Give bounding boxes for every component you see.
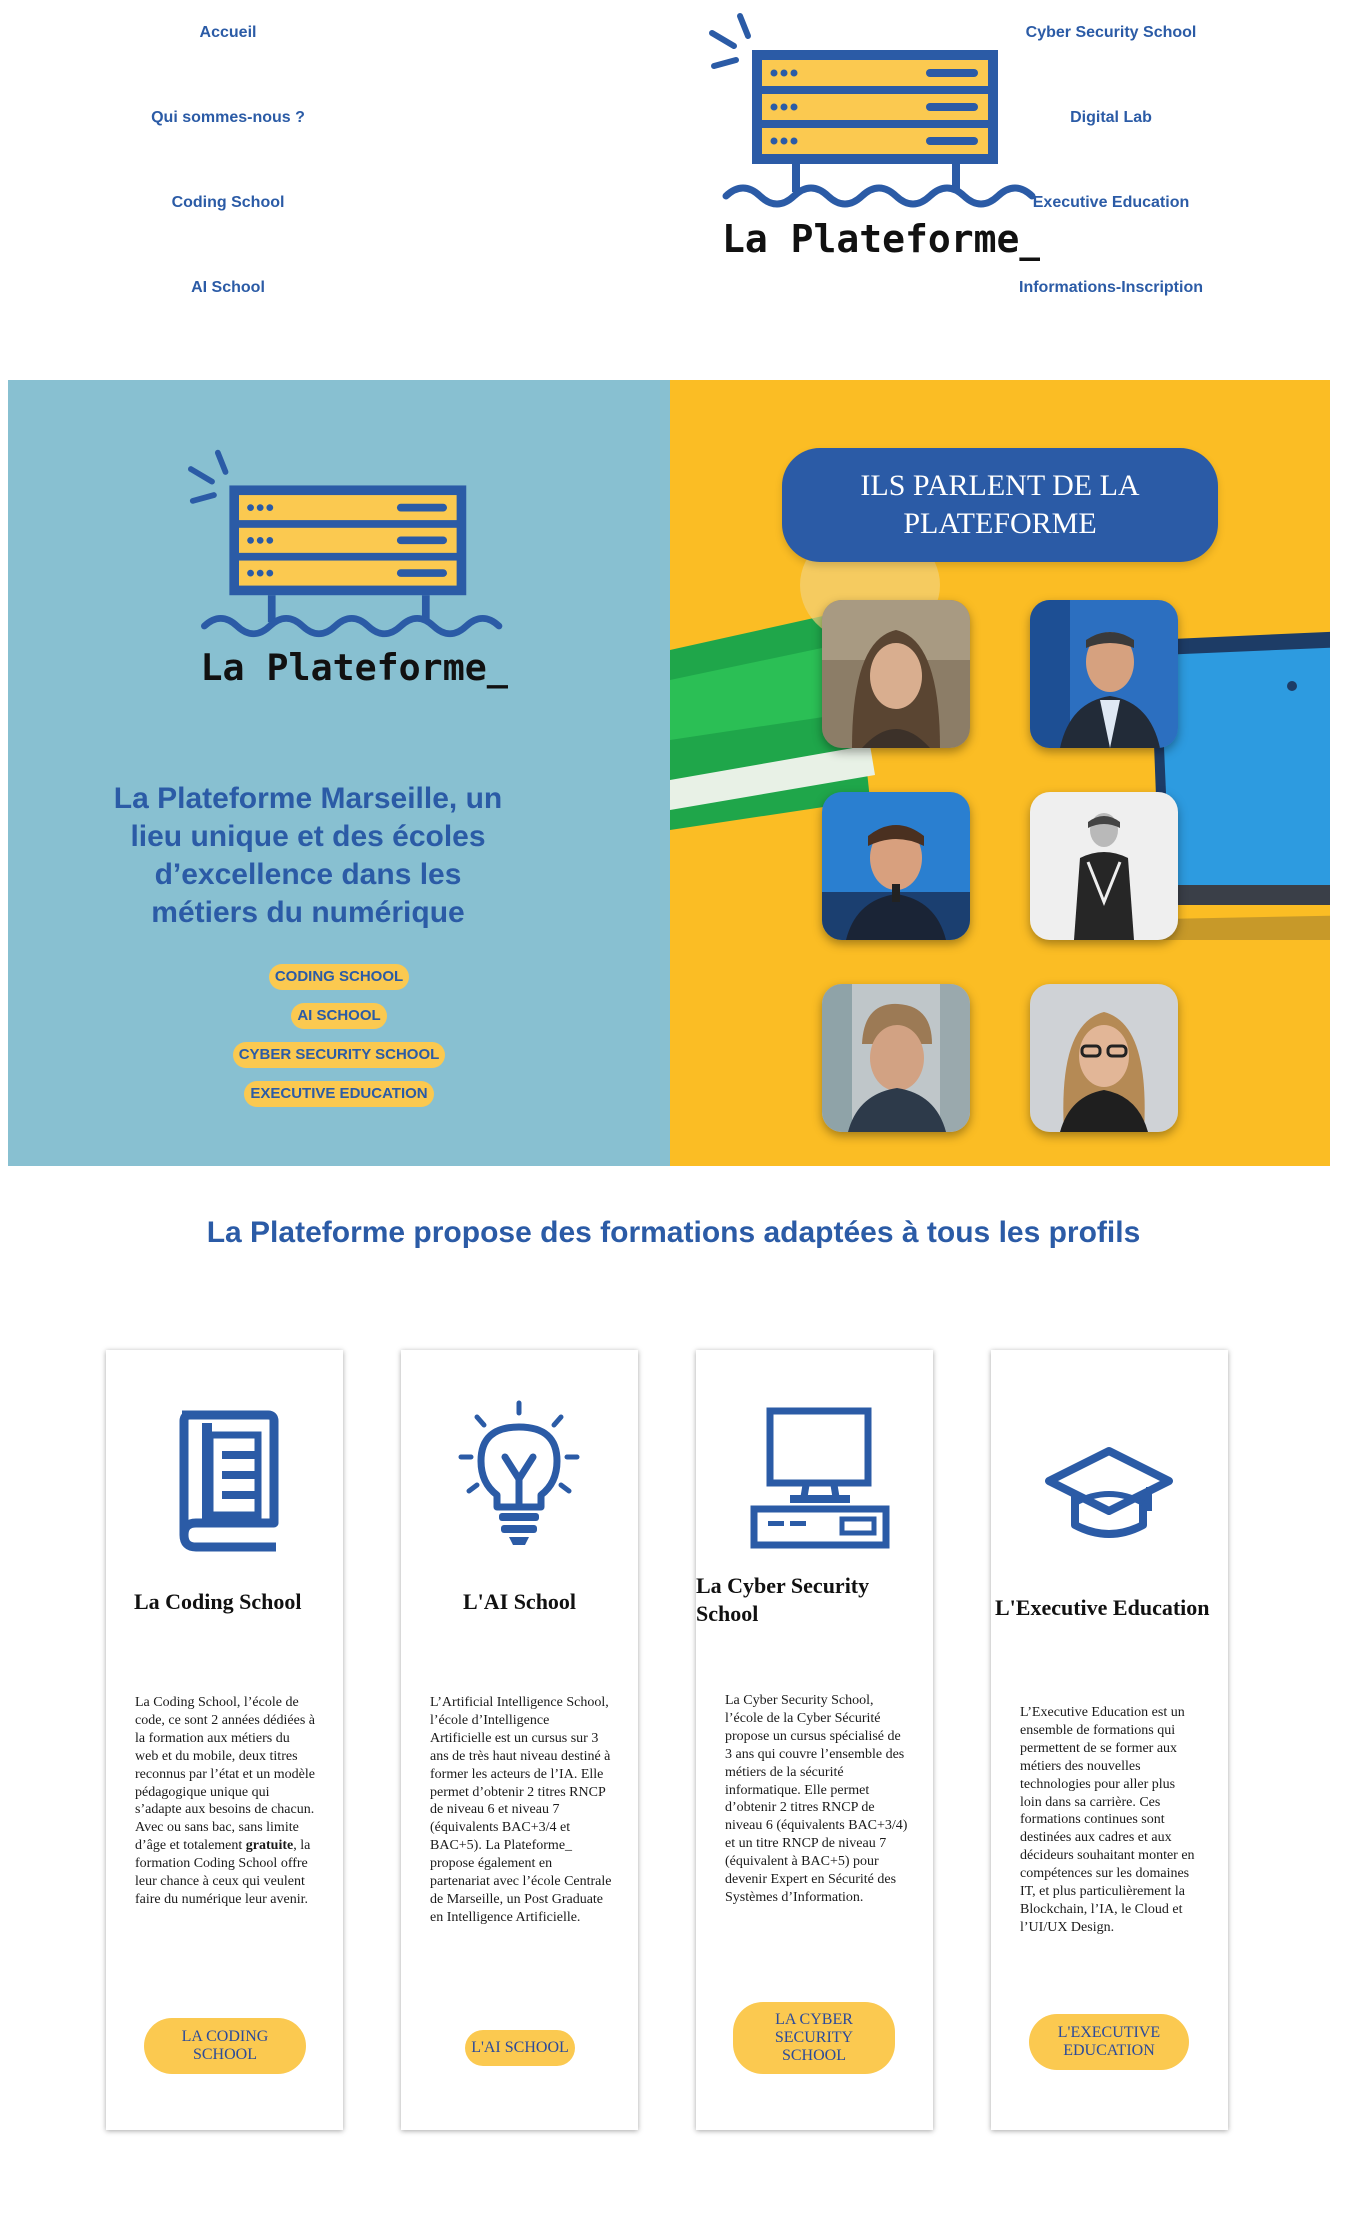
nav-executive-education[interactable]: Executive Education xyxy=(1033,194,1190,212)
card-title: La Cyber Security School xyxy=(696,1573,870,1626)
portrait-woman-1[interactable] xyxy=(822,600,970,748)
press-panel: ILS PARLENT DE LA PLATEFORME xyxy=(670,380,1330,1166)
formations-section-title: La Plateforme propose des formations ada… xyxy=(206,1216,1141,1249)
card-description: La Coding School, l’école de code, ce so… xyxy=(135,1695,315,1907)
la-plateforme-logo[interactable]: La Plateforme_ xyxy=(700,8,1040,278)
card-description: L’Executive Education est un ensemble de… xyxy=(1020,1705,1195,1935)
pill-coding-school[interactable]: CODING SCHOOL xyxy=(268,964,410,990)
press-heading-badge: ILS PARLENT DE LA PLATEFORME xyxy=(782,448,1218,562)
svg-text:La Plateforme_: La Plateforme_ xyxy=(200,646,508,689)
portrait-man-1[interactable] xyxy=(1030,600,1178,748)
card-title: L'AI School xyxy=(462,1589,577,1614)
card-description: La Cyber Security School, l’école de la … xyxy=(725,1693,908,1905)
card-ai-school: L'AI School L’Artificial Intelligence Sc… xyxy=(401,1350,638,2130)
hero-intro-panel: La Plateforme_ La Plateforme Marseille, … xyxy=(8,380,670,1166)
nav-informations-inscription[interactable]: Informations-Inscription xyxy=(1019,279,1203,297)
pill-cyber-security-school[interactable]: CYBER SECURITY SCHOOL xyxy=(232,1042,446,1068)
card-title: L'Executive Education xyxy=(995,1595,1210,1620)
card-cyber-security-school: La Cyber Security School La Cyber Securi… xyxy=(696,1350,933,2130)
card-title: La Coding School xyxy=(134,1589,302,1614)
cyber-security-school-button[interactable]: LA CYBER SECURITY SCHOOL xyxy=(733,2002,895,2074)
graduation-cap-icon xyxy=(1045,1447,1173,1538)
la-plateforme-logo: La Plateforme_ xyxy=(187,449,508,689)
nav-coding-school[interactable]: Coding School xyxy=(172,194,285,212)
school-pill-list: CODING SCHOOL AI SCHOOL CYBER SECURITY S… xyxy=(8,964,670,1107)
ai-school-button[interactable]: L'AI SCHOOL xyxy=(465,2030,575,2066)
card-description: L’Artificial Intelligence School, l’écol… xyxy=(430,1695,612,1925)
card-executive-education: L'Executive Education L’Executive Educat… xyxy=(991,1350,1228,2130)
nav-accueil[interactable]: Accueil xyxy=(200,24,257,42)
nav-digital-lab[interactable]: Digital Lab xyxy=(1070,109,1152,127)
lightbulb-icon xyxy=(458,1400,580,1545)
nav-ai-school[interactable]: AI School xyxy=(191,279,265,297)
portrait-woman-2[interactable] xyxy=(1030,984,1178,1132)
card-coding-school: La Coding School La Coding School, l’éco… xyxy=(106,1350,343,2130)
coding-school-button[interactable]: LA CODING SCHOOL xyxy=(144,2018,306,2074)
svg-text:La Plateforme_: La Plateforme_ xyxy=(722,217,1040,261)
nav-qui-sommes-nous[interactable]: Qui sommes-nous ? xyxy=(151,109,305,127)
hero-title: La Plateforme Marseille, un lieu unique … xyxy=(113,782,503,929)
pill-executive-education[interactable]: EXECUTIVE EDUCATION xyxy=(244,1081,434,1107)
site-header: Accueil Qui sommes-nous ? Coding School … xyxy=(0,0,1347,380)
portrait-man-2[interactable] xyxy=(822,792,970,940)
portrait-man-3[interactable] xyxy=(1030,792,1178,940)
computer-icon xyxy=(750,1407,890,1549)
book-icon xyxy=(179,1410,279,1552)
executive-education-button[interactable]: L'EXECUTIVE EDUCATION xyxy=(1029,2014,1189,2070)
hero-section: La Plateforme_ La Plateforme Marseille, … xyxy=(8,380,1330,1166)
portrait-man-4[interactable] xyxy=(822,984,970,1132)
nav-cyber-security-school[interactable]: Cyber Security School xyxy=(1026,24,1197,42)
pill-ai-school[interactable]: AI SCHOOL xyxy=(291,1003,387,1029)
